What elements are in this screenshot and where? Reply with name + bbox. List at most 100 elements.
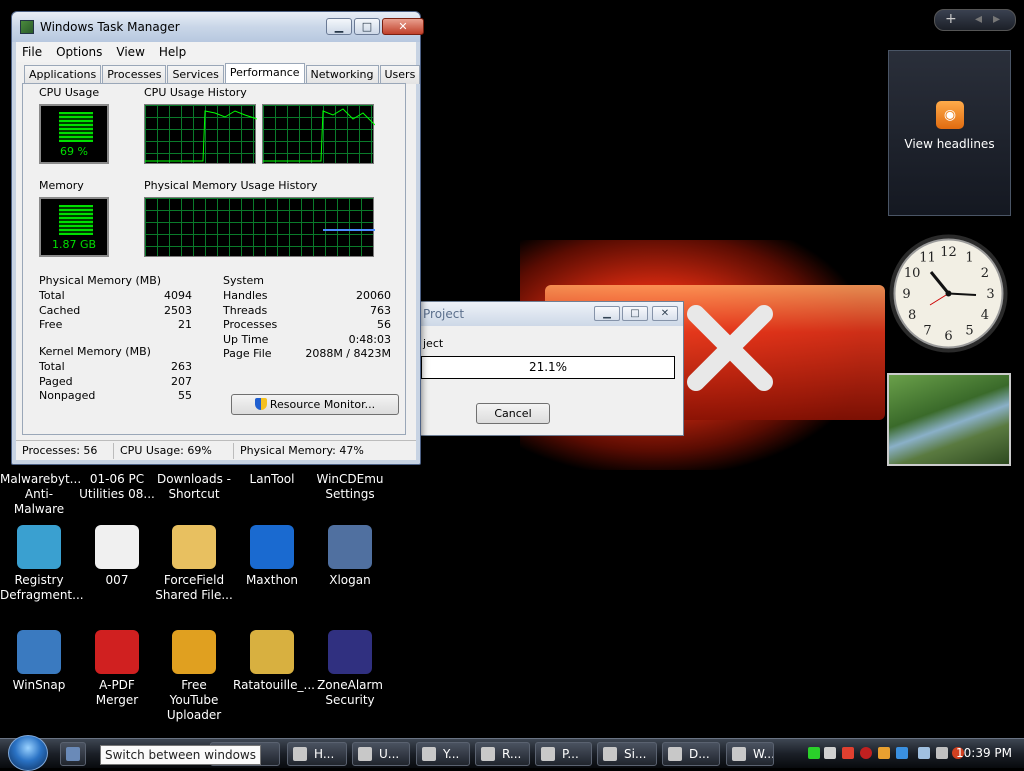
show-desktop-button[interactable]: [60, 742, 86, 766]
plus-icon[interactable]: +: [945, 11, 957, 27]
tab-users[interactable]: Users: [379, 65, 421, 84]
desktop-icon[interactable]: ZoneAlarm Security: [311, 630, 389, 708]
stat-row: Page File 2088M / 8423M: [223, 347, 391, 362]
desktop-icon[interactable]: Registry Defragment...: [0, 525, 84, 603]
desktop-icon-label: Uploader: [166, 708, 222, 722]
clock-gadget[interactable]: 12 12 3 45678 9 1011: [887, 232, 1010, 355]
task-manager-titlebar[interactable]: Windows Task Manager ▁ □ ✕: [12, 12, 424, 42]
stat-value: 0:48:03: [348, 332, 391, 346]
clock-hour-number: 7: [923, 323, 931, 338]
dialog-close-button[interactable]: ✕: [652, 306, 678, 321]
desktop-icon-label: Maxthon: [245, 573, 299, 587]
slideshow-gadget[interactable]: [887, 373, 1011, 466]
stat-row: Processes 56: [223, 318, 391, 333]
tray-antivirus-icon[interactable]: [842, 747, 854, 759]
desktop-icon[interactable]: Malwarebyt... Anti-Malware: [0, 472, 82, 517]
desktop-icon[interactable]: Xlogan: [311, 525, 389, 588]
tab-networking[interactable]: Networking: [305, 65, 379, 84]
menu-file[interactable]: File: [22, 45, 42, 59]
tab-performance[interactable]: Performance: [224, 63, 305, 85]
menu-help[interactable]: Help: [159, 45, 186, 59]
memory-history-graph: [144, 197, 375, 257]
start-button[interactable]: [8, 735, 48, 771]
desktop-icon[interactable]: WinCDEmu Settings: [311, 472, 389, 502]
tray-blocked-icon[interactable]: [860, 747, 872, 759]
desktop-icon-label: Ratatouille_...: [233, 678, 315, 692]
desktop-icon-label: Settings: [325, 487, 375, 501]
cancel-button[interactable]: Cancel: [476, 403, 550, 424]
status-memory: Physical Memory: 47%: [240, 443, 364, 457]
tray-network-icon[interactable]: [824, 747, 836, 759]
taskbar-window-button[interactable]: H...: [287, 742, 347, 766]
close-button[interactable]: ✕: [382, 18, 424, 35]
tab-services[interactable]: Services: [167, 65, 224, 84]
dialog-maximize-button[interactable]: □: [622, 306, 648, 321]
menu-view[interactable]: View: [116, 45, 144, 59]
tray-monitor-icon[interactable]: [918, 747, 930, 759]
show-desktop-icon: [66, 747, 80, 761]
clock-hour-number: 4: [981, 308, 989, 323]
minimize-button[interactable]: ▁: [326, 18, 352, 35]
taskbar-window-button[interactable]: Y...: [416, 742, 470, 766]
desktop-icon[interactable]: A-PDF Merger: [78, 630, 156, 708]
desktop-icon[interactable]: ForceField Shared File...: [155, 525, 233, 603]
desktop-icon-label: Utilities 08...: [79, 487, 155, 501]
progress-dialog: Project ▁ □ ✕ ject 21.1% Cancel: [418, 301, 684, 436]
taskbar-window-button[interactable]: R...: [475, 742, 530, 766]
zonealarm-icon: [328, 630, 372, 674]
menu-options[interactable]: Options: [56, 45, 102, 59]
desktop-icon[interactable]: Maxthon: [233, 525, 311, 588]
app-icon: [732, 747, 746, 761]
desktop-icon[interactable]: LanTool: [233, 472, 311, 487]
dialog-titlebar[interactable]: Project ▁ □ ✕: [419, 302, 683, 326]
dialog-minimize-button[interactable]: ▁: [594, 306, 620, 321]
tray-green-icon[interactable]: [808, 747, 820, 759]
feed-headlines-gadget[interactable]: ◉ View headlines: [888, 50, 1011, 216]
clock-hour-number: 11: [919, 251, 936, 266]
taskbar-clock[interactable]: 10:39 PM: [956, 746, 1012, 760]
progress-text: 21.1%: [528, 360, 568, 374]
taskbar-window-button[interactable]: W...: [726, 742, 774, 766]
stat-row: Cached 2503: [39, 304, 192, 319]
desktop-icon[interactable]: Free YouTube Uploader: [155, 630, 233, 723]
status-bar: Processes: 56 CPU Usage: 69% Physical Me…: [16, 440, 416, 460]
maximize-button[interactable]: □: [354, 18, 380, 35]
tray-volume-icon[interactable]: [936, 747, 948, 759]
desktop-icon[interactable]: 007: [78, 525, 156, 588]
desktop-icon-label: Malwarebyt...: [0, 472, 82, 486]
taskbar-window-button[interactable]: P...: [535, 742, 592, 766]
taskbar-window-button[interactable]: U...: [352, 742, 410, 766]
taskbar-button-label: H...: [314, 747, 335, 761]
desktop-icon[interactable]: WinSnap: [0, 630, 78, 693]
next-icon[interactable]: ▸: [993, 11, 1000, 27]
physical-memory-heading: Physical Memory (MB): [39, 274, 162, 287]
tray-update-icon[interactable]: [878, 747, 890, 759]
tab-applications[interactable]: Applications: [24, 65, 102, 84]
app-icon: [541, 747, 555, 761]
desktop-icon-label: WinCDEmu: [316, 472, 384, 486]
physical-memory-stats: Physical Memory (MB) Total 4094 Cached 250…: [39, 274, 192, 333]
clock-hour-number: 3: [986, 287, 994, 302]
desktop-icon[interactable]: Downloads - Shortcut: [155, 472, 233, 502]
stat-value: 2503: [164, 303, 192, 317]
clock-hour-number: 12: [940, 245, 957, 260]
desktop-icon-label: Free YouTube: [169, 678, 219, 707]
tray-security-icon[interactable]: [896, 747, 908, 759]
tab-processes[interactable]: Processes: [102, 65, 167, 84]
clock-hour-number: 1: [965, 251, 973, 266]
status-cpu: CPU Usage: 69%: [114, 442, 234, 459]
taskbar-window-button[interactable]: D...: [662, 742, 720, 766]
desktop-icon[interactable]: Ratatouille_...: [233, 630, 315, 693]
app-icon: [668, 747, 682, 761]
system-stats: System Handles 20060 Threads 763 Processes…: [223, 274, 391, 362]
tab-strip: Applications Processes Services Performa…: [24, 63, 421, 85]
prev-icon[interactable]: ◂: [975, 11, 982, 27]
desktop-icon[interactable]: 01-06 PC Utilities 08...: [78, 472, 156, 502]
cpu-usage-value: 69 %: [60, 145, 88, 158]
resource-monitor-button[interactable]: Resource Monitor...: [231, 394, 399, 415]
taskbar-button-label: R...: [502, 747, 522, 761]
taskbar-window-button[interactable]: Si...: [597, 742, 657, 766]
stat-value: 763: [370, 303, 391, 317]
clock-hour-number: 10: [904, 266, 921, 281]
desktop-icon-label: Xlogan: [329, 573, 371, 587]
